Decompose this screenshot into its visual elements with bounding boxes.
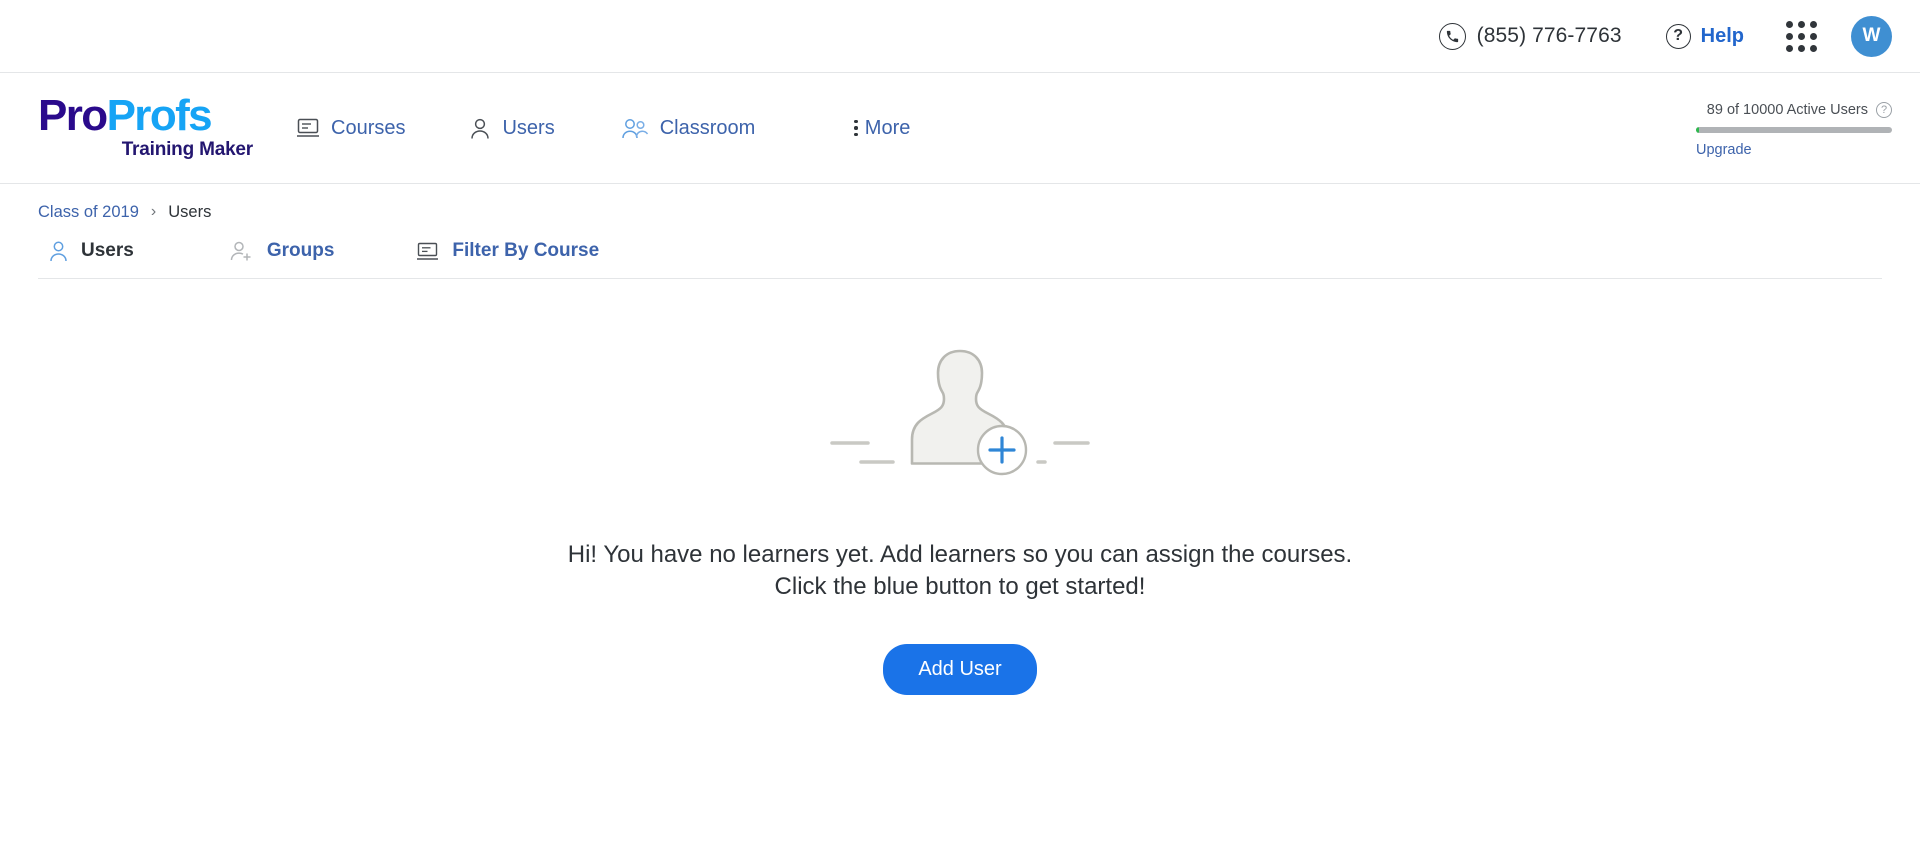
kebab-menu-icon — [854, 119, 858, 137]
breadcrumb-separator-icon: › — [150, 203, 157, 220]
main-navigation: ProProfs Training Maker Courses Users Cl… — [0, 73, 1920, 184]
add-user-button[interactable]: Add User — [883, 644, 1037, 696]
usage-progress-fill — [1696, 127, 1700, 133]
tab-filter-by-course[interactable]: Filter By Course — [416, 240, 599, 262]
help-link[interactable]: ? Help — [1665, 23, 1744, 49]
active-users-widget: 89 of 10000 Active Users ? Upgrade — [1696, 102, 1892, 159]
breadcrumb: Class of 2019 › Users — [0, 184, 1920, 240]
nav-label-more: More — [864, 116, 911, 139]
tab-label-groups: Groups — [266, 240, 335, 261]
usage-row: 89 of 10000 Active Users ? — [1696, 102, 1892, 118]
breadcrumb-parent[interactable]: Class of 2019 — [38, 203, 139, 222]
nav-item-more[interactable]: More — [854, 117, 910, 140]
classroom-icon — [619, 117, 649, 140]
group-add-icon — [229, 240, 255, 262]
tab-label-users: Users — [81, 240, 134, 261]
logo-pro-text: Pro — [38, 91, 108, 141]
logo-wordmark: ProProfs — [38, 94, 253, 138]
tab-bar: Users Groups Filter By Course — [38, 240, 1882, 279]
logo-tagline: Training Maker — [121, 138, 253, 160]
phone-circle-icon — [1438, 22, 1466, 50]
question-mark-icon[interactable]: ? — [1876, 102, 1892, 118]
utility-bar: (855) 776-7763 ? Help W — [0, 0, 1920, 73]
upgrade-link[interactable]: Upgrade — [1696, 142, 1752, 158]
empty-message-line-1: Hi! You have no learners yet. Add learne… — [567, 541, 1353, 568]
nav-label-users: Users — [502, 116, 555, 139]
empty-state: Hi! You have no learners yet. Add learne… — [0, 345, 1920, 696]
nav-items: Courses Users Classroom More — [296, 117, 910, 140]
tab-users[interactable]: Users — [48, 240, 134, 262]
logo-profs-text: Profs — [106, 91, 213, 141]
usage-progress-bar — [1696, 127, 1892, 133]
courses-icon — [296, 117, 320, 139]
add-learner-illustration — [830, 345, 1090, 477]
user-icon — [469, 117, 491, 140]
nav-item-classroom[interactable]: Classroom — [619, 116, 756, 140]
phone-number: (855) 776-7763 — [1476, 24, 1622, 47]
nav-label-courses: Courses — [331, 116, 406, 139]
nav-item-users[interactable]: Users — [469, 116, 555, 140]
active-users-count: 89 of 10000 Active Users — [1706, 102, 1868, 118]
help-label: Help — [1700, 24, 1744, 47]
nav-label-classroom: Classroom — [659, 116, 756, 139]
nav-item-courses[interactable]: Courses — [296, 117, 405, 140]
user-outline-icon — [48, 240, 69, 262]
tab-label-filter-by-course: Filter By Course — [452, 240, 600, 261]
tabs-wrapper: Users Groups Filter By Course — [0, 240, 1920, 279]
tab-groups[interactable]: Groups — [229, 240, 335, 262]
question-circle-icon: ? — [1665, 23, 1691, 49]
avatar[interactable]: W — [1851, 15, 1892, 57]
apps-grid-icon[interactable] — [1786, 20, 1817, 52]
proprofs-logo[interactable]: ProProfs Training Maker — [38, 94, 253, 161]
breadcrumb-current: Users — [168, 202, 212, 221]
course-filter-icon — [416, 241, 440, 262]
empty-state-message: Hi! You have no learners yet. Add learne… — [568, 539, 1352, 602]
phone-contact[interactable]: (855) 776-7763 — [1438, 22, 1622, 50]
empty-message-line-2: Click the blue button to get started! — [774, 572, 1146, 600]
